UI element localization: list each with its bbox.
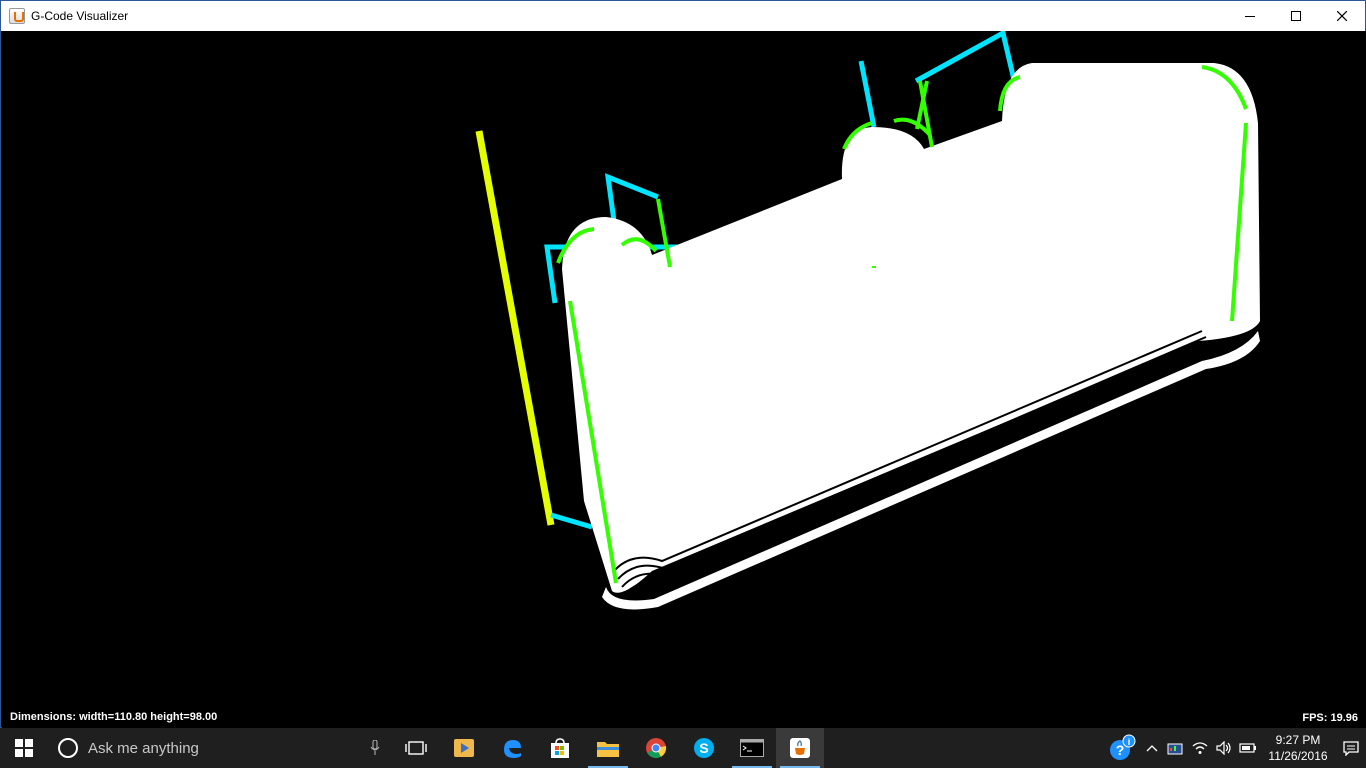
- search-placeholder: Ask me anything: [88, 739, 199, 757]
- file-explorer-icon: [597, 742, 619, 757]
- start-button[interactable]: [0, 728, 48, 768]
- taskbar-app-java[interactable]: [776, 728, 824, 768]
- app-window: G-Code Visualizer Dimensions: width=110.…: [0, 0, 1366, 728]
- minimize-button[interactable]: [1227, 1, 1273, 31]
- dimensions-readout: Dimensions: width=110.80 height=98.00: [10, 711, 218, 723]
- taskbar-app-file-explorer[interactable]: [584, 728, 632, 768]
- microphone-icon[interactable]: [370, 740, 380, 756]
- system-tray: ? i 9:27 PM 11/26/2016: [1104, 728, 1366, 768]
- taskbar-app-edge[interactable]: [488, 728, 536, 768]
- cortana-search-box[interactable]: Ask me anything: [48, 728, 392, 768]
- svg-text:S: S: [699, 740, 708, 756]
- task-view-button[interactable]: [392, 728, 440, 768]
- vlc-icon: [454, 739, 474, 757]
- battery-icon: [1239, 743, 1256, 753]
- minimize-icon: [1245, 16, 1255, 17]
- volume-icon: [1216, 741, 1231, 755]
- tray-volume[interactable]: [1212, 728, 1236, 768]
- action-center-button[interactable]: [1336, 728, 1366, 768]
- travel-path: [550, 512, 593, 530]
- travel-path: [914, 31, 1021, 98]
- retract-line: [475, 130, 555, 526]
- tray-battery[interactable]: [1236, 728, 1260, 768]
- maximize-button[interactable]: [1273, 1, 1319, 31]
- help-tray-button[interactable]: ? i: [1104, 728, 1140, 768]
- java-icon: [9, 8, 25, 24]
- fps-readout: FPS: 19.96: [1302, 712, 1358, 724]
- clock-date: 11/26/2016: [1268, 749, 1328, 763]
- task-view-icon: [405, 741, 427, 755]
- network-monitor-icon: [1167, 743, 1183, 755]
- maximize-icon: [1291, 11, 1301, 21]
- window-title: G-Code Visualizer: [31, 9, 129, 23]
- help-icon: ? i: [1110, 734, 1136, 760]
- store-icon: [551, 738, 569, 758]
- chrome-icon: [646, 738, 667, 759]
- gcode-render-canvas[interactable]: Dimensions: width=110.80 height=98.00 FP…: [2, 31, 1366, 728]
- taskbar-app-cmd[interactable]: [728, 728, 776, 768]
- cmd-icon: [740, 739, 764, 757]
- tray-wifi[interactable]: [1188, 728, 1212, 768]
- windows-logo-icon: [15, 739, 33, 757]
- show-hidden-icons-button[interactable]: [1140, 728, 1164, 768]
- skype-icon: S: [694, 738, 714, 758]
- java-icon: [790, 738, 810, 758]
- travel-path: [858, 60, 877, 128]
- taskbar-clock[interactable]: 9:27 PM 11/26/2016: [1260, 732, 1336, 764]
- taskbar-app-chrome[interactable]: [632, 728, 680, 768]
- render-artifact: [872, 266, 876, 268]
- close-button[interactable]: [1319, 1, 1365, 31]
- cortana-icon: [58, 738, 78, 758]
- model-body: [562, 63, 1260, 593]
- taskbar-app-vlc[interactable]: [440, 728, 488, 768]
- title-bar[interactable]: G-Code Visualizer: [1, 1, 1365, 31]
- chevron-up-icon: [1146, 745, 1158, 752]
- clock-time: 9:27 PM: [1275, 733, 1321, 747]
- edge-icon: [504, 740, 521, 758]
- action-center-icon: [1343, 741, 1359, 756]
- taskbar-app-store[interactable]: [536, 728, 584, 768]
- window-controls: [1227, 1, 1365, 31]
- svg-text:?: ?: [1116, 742, 1125, 758]
- close-icon: [1337, 11, 1347, 21]
- taskbar: Ask me anything S ? i 9:27 PM 11/26/2016: [0, 728, 1366, 768]
- svg-text:i: i: [1128, 737, 1131, 747]
- tray-network-monitor[interactable]: [1164, 728, 1188, 768]
- taskbar-app-skype[interactable]: S: [680, 728, 728, 768]
- toolpath-render: [475, 31, 1260, 610]
- wifi-icon: [1192, 742, 1208, 754]
